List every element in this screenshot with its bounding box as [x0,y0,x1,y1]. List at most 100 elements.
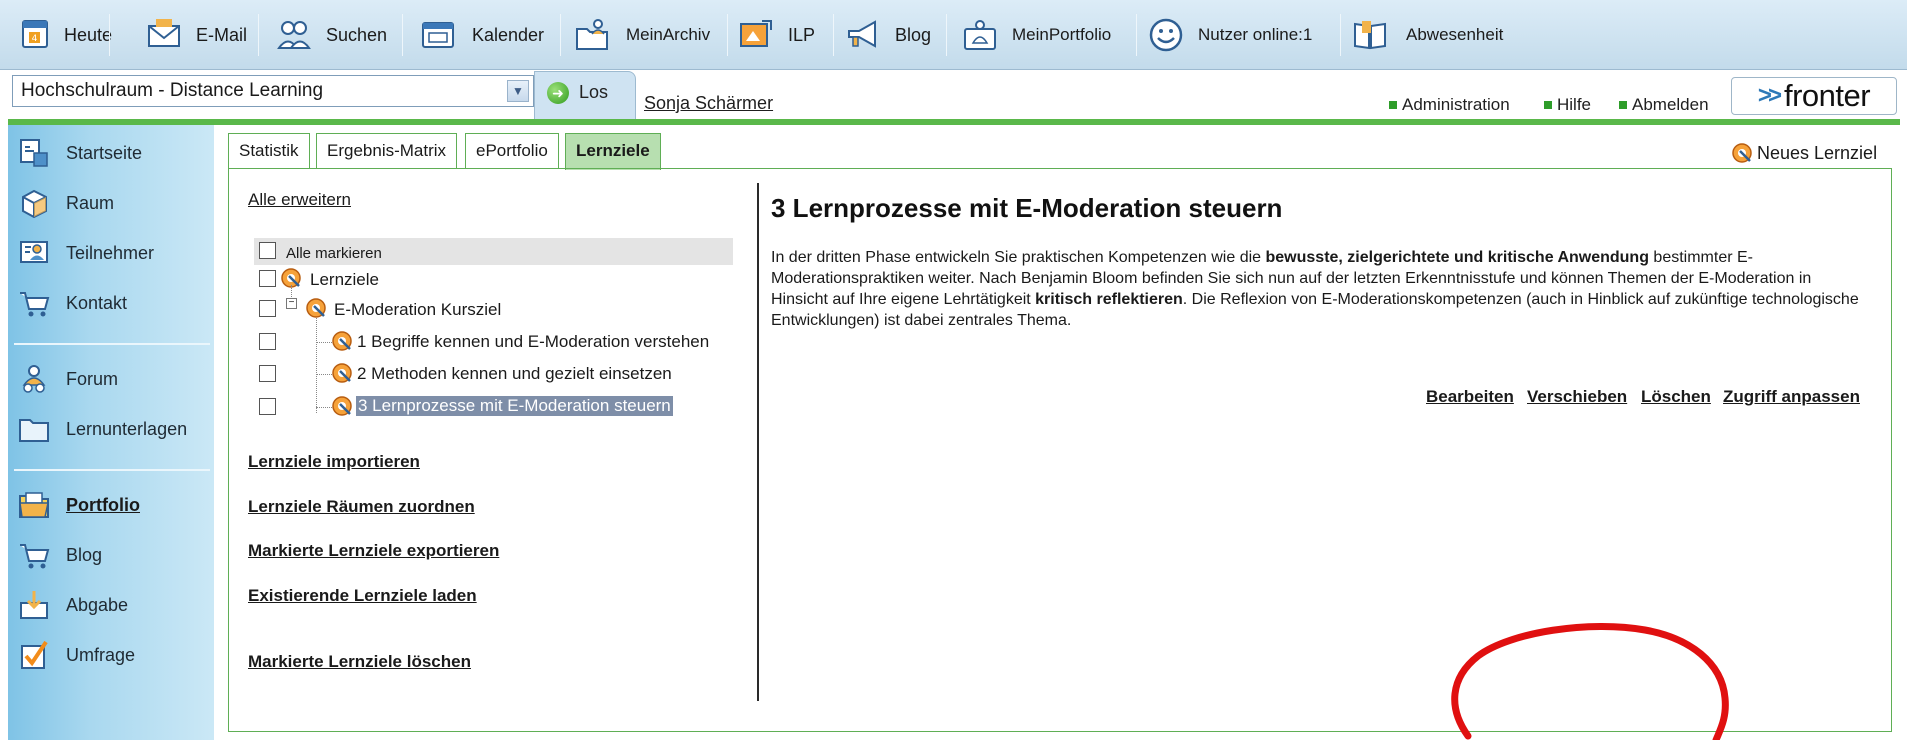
tree-connector [291,285,292,297]
mark-all-checkbox[interactable] [259,242,276,259]
tree-item-lernziele[interactable]: Lernziele [310,270,379,290]
move-link[interactable]: Verschieben [1527,387,1627,407]
collapse-icon[interactable]: − [286,298,297,309]
toolbar-meinportfolio[interactable]: MeinPortfolio [962,12,1111,58]
sidebar-item-lernunterlagen[interactable]: Lernunterlagen [18,410,187,448]
room-select[interactable]: Hochschulraum - Distance Learning ▼ [12,75,534,107]
go-arrow-icon: ➜ [547,82,569,104]
tab-ergebnis-matrix[interactable]: Ergebnis-Matrix [316,133,458,168]
sidebar-item-label: Raum [66,192,115,213]
checkbox-survey-icon [21,640,48,669]
tree-connector [316,318,317,413]
toolbar-abwesenheit[interactable]: Abwesenheit [1352,12,1503,58]
toolbar-label: MeinPortfolio [1012,25,1112,44]
main-toolbar: 4 Heute E-Mail Suchen Kalender MeinArchi… [0,0,1907,70]
toolbar-label: Abwesenheit [1406,25,1504,44]
toolbar-email[interactable]: E-Mail [146,12,247,58]
tree-checkbox[interactable] [259,365,276,382]
sidebar-item-label: Blog [66,544,103,565]
calendar-page-icon: 4 [18,17,54,53]
goal-star-icon [1732,143,1752,163]
tree-connector [316,342,332,343]
sidebar-item-label: Startseite [66,142,143,163]
goal-icon [332,331,352,351]
toolbar-label: Blog [895,24,932,45]
toolbar-ilp[interactable]: ILP [738,12,815,58]
sidebar-item-label: Portfolio [66,494,140,515]
home-page-icon [20,139,48,167]
load-goals-link[interactable]: Existierende Lernziele laden [248,586,477,606]
delete-goals-link[interactable]: Markierte Lernziele löschen [248,652,471,672]
tree-item-goal-3-selected[interactable]: 3 Lernprozesse mit E-Moderation steuern [356,396,673,416]
tree-item-kursziel[interactable]: E-Moderation Kursziel [334,300,501,320]
sidebar-item-kontakt[interactable]: Kontakt [18,284,127,322]
portfolio-folder-icon [19,492,49,518]
toolbar-label: ILP [788,24,816,45]
administration-link[interactable]: Administration [1389,95,1510,115]
panel-divider [757,183,759,701]
toolbar-heute[interactable]: 4 Heute [18,12,112,58]
calendar-icon [420,17,456,53]
sidebar-item-blog[interactable]: Blog [18,536,102,574]
toolbar-separator [946,14,947,56]
sidebar-item-portfolio[interactable]: Portfolio [18,486,140,524]
new-goal-button[interactable]: Neues Lernziel [1731,142,1877,164]
new-goal-label: Neues Lernziel [1757,142,1878,163]
toolbar-meinarchiv[interactable]: MeinArchiv [574,12,710,58]
import-goals-link[interactable]: Lernziele importieren [248,452,420,472]
sidebar-item-startseite[interactable]: Startseite [18,134,142,172]
tree-checkbox[interactable] [259,333,276,350]
sidebar-item-label: Lernunterlagen [66,418,188,439]
green-square-icon [1389,101,1397,109]
help-link[interactable]: Hilfe [1544,95,1591,115]
mark-all-label: Alle markieren [286,245,382,262]
chevron-down-icon[interactable]: ▼ [507,80,529,102]
cube-icon [22,189,47,219]
tab-eportfolio[interactable]: ePortfolio [465,133,559,168]
assign-goals-link[interactable]: Lernziele Räumen zuordnen [248,497,475,517]
user-name-link[interactable]: Sonja Schärmer [644,93,773,114]
toolbar-blog[interactable]: Blog [845,12,931,58]
toolbar-suchen[interactable]: Suchen [276,12,387,58]
edit-link[interactable]: Bearbeiten [1426,387,1514,407]
logout-label: Abmelden [1632,95,1709,114]
tree-item-goal-1[interactable]: 1 Begriffe kennen und E-Moderation verst… [357,332,709,352]
sidebar-item-umfrage[interactable]: Umfrage [18,636,135,674]
sidebar-item-abgabe[interactable]: Abgabe [18,586,128,624]
sidebar-item-label: Abgabe [66,594,129,615]
red-annotation-ellipse [1451,623,1729,740]
tree-checkbox[interactable] [259,398,276,415]
sidebar-item-forum[interactable]: Forum [18,360,118,398]
go-button[interactable]: ➜ Los [534,71,636,119]
tree-connector [316,374,332,375]
toolbar-kalender[interactable]: Kalender [420,12,544,58]
sidebar-item-label: Teilnehmer [66,242,155,263]
tree-item-goal-2[interactable]: 2 Methoden kennen und gezielt einsetzen [357,364,672,384]
go-label: Los [579,82,609,102]
participants-icon [20,241,48,263]
goal-icon [332,363,352,383]
toolbar-online-users[interactable]: Nutzer online:1 [1148,12,1312,58]
header-divider [8,119,1900,125]
export-goals-link[interactable]: Markierte Lernziele exportieren [248,541,499,561]
tab-statistik[interactable]: Statistik [228,133,310,168]
expand-all-link[interactable]: Alle erweitern [248,190,351,210]
sidebar-item-raum[interactable]: Raum [18,184,114,222]
tab-lernziele[interactable]: Lernziele [565,133,661,170]
sidebar-item-teilnehmer[interactable]: Teilnehmer [18,234,154,272]
logo-text: fronter [1783,78,1871,113]
desc-text: In der dritten Phase entwickeln Sie prak… [771,249,1266,266]
delete-link[interactable]: Löschen [1641,387,1711,407]
fronter-logo: >> fronter [1731,77,1897,115]
tree-checkbox[interactable] [259,270,276,287]
logout-link[interactable]: Abmelden [1619,95,1709,115]
toolbar-separator [402,14,403,56]
forum-people-icon [22,365,46,393]
tree-connector [316,407,332,408]
cart-blog-icon [20,544,50,569]
toolbar-label: E-Mail [196,24,248,45]
access-link[interactable]: Zugriff anpassen [1723,387,1860,407]
green-square-icon [1619,101,1627,109]
administration-label: Administration [1402,95,1510,114]
tree-checkbox[interactable] [259,300,276,317]
